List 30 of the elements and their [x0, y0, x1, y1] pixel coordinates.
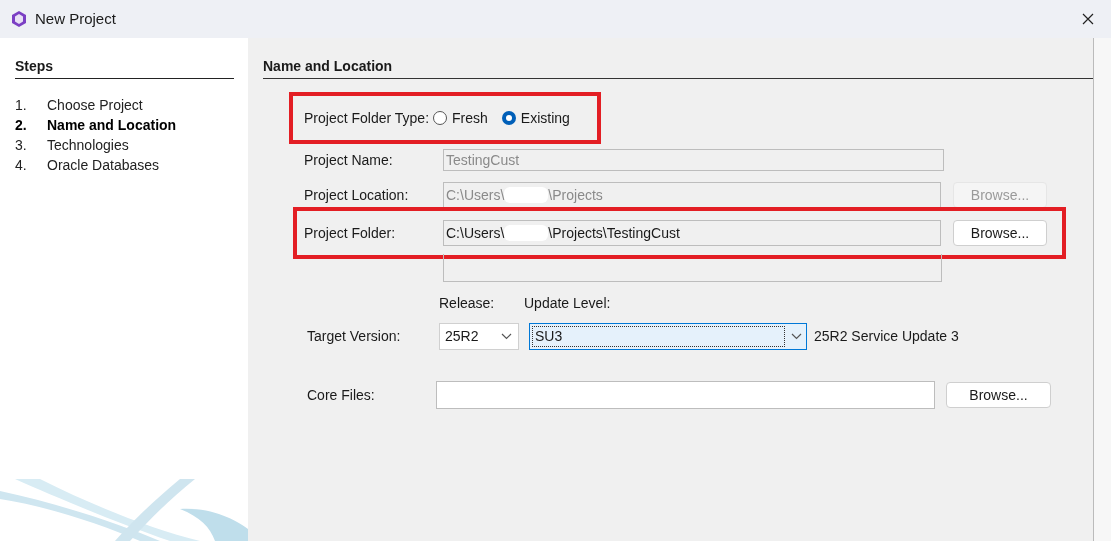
- step-item[interactable]: 4. Oracle Databases: [15, 155, 248, 175]
- field-label: Project Folder:: [304, 223, 397, 243]
- field-label: Update Level:: [524, 293, 611, 313]
- path-field[interactable]: C:\Users\ \Projects\TestingCust: [443, 220, 941, 246]
- core-files-field[interactable]: [436, 381, 935, 409]
- release-dropdown[interactable]: 25R2: [439, 323, 519, 350]
- chevron-icon: [791, 333, 802, 340]
- browse-button[interactable]: Browse...: [953, 220, 1047, 246]
- radio-option[interactable]: Fresh: [433, 107, 488, 129]
- steps-heading: Steps: [15, 56, 234, 79]
- radio-option[interactable]: Existing: [501, 107, 570, 129]
- field-label: Core Files:: [307, 385, 376, 405]
- chevron-icon: [501, 333, 512, 340]
- field-label: Project Name:: [304, 150, 394, 170]
- browse-button[interactable]: Browse...: [946, 382, 1051, 408]
- step-item[interactable]: 1. Choose Project: [15, 95, 248, 115]
- close-icon: [1082, 13, 1094, 25]
- step-item[interactable]: 2. Name and Location: [15, 115, 248, 135]
- step-item[interactable]: 3. Technologies: [15, 135, 248, 155]
- version-description: 25R2 Service Update 3: [814, 327, 959, 346]
- app-icon: [10, 10, 28, 28]
- window-title: New Project: [35, 8, 116, 29]
- update-dropdown[interactable]: SU3: [529, 323, 807, 350]
- section-heading: Name and Location: [263, 56, 1093, 79]
- radio-button[interactable]: [501, 111, 516, 125]
- field-label: Project Folder Type:: [304, 108, 430, 128]
- radio-button[interactable]: [433, 111, 448, 125]
- field-label: Project Location:: [304, 185, 410, 205]
- field-label: Target Version:: [307, 327, 402, 346]
- field-label: Release:: [439, 293, 496, 313]
